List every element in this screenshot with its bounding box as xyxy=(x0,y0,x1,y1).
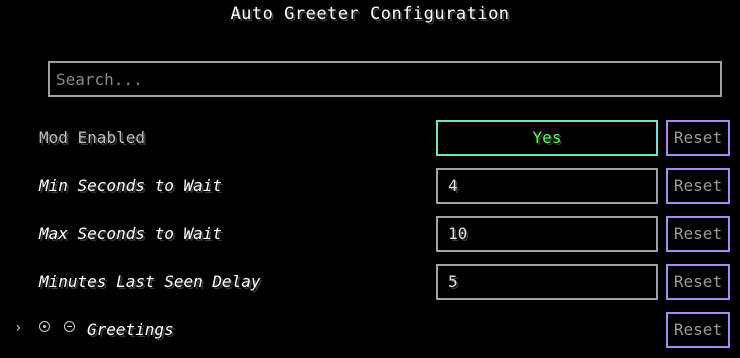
last-seen-delay-label: Minutes Last Seen Delay xyxy=(39,272,261,291)
add-circle-icon[interactable] xyxy=(39,321,50,332)
last-seen-delay-field[interactable]: 5 xyxy=(436,264,658,300)
max-seconds-field[interactable]: 10 xyxy=(436,216,658,252)
chevron-right-icon[interactable]: › xyxy=(14,320,22,336)
window-title: Auto Greeter Configuration xyxy=(230,4,510,24)
max-seconds-label: Max Seconds to Wait xyxy=(39,224,223,243)
min-seconds-label: Min Seconds to Wait xyxy=(39,176,223,195)
max-seconds-reset-button[interactable]: Reset xyxy=(666,216,730,252)
last-seen-delay-reset-button[interactable]: Reset xyxy=(666,264,730,300)
min-seconds-reset-button[interactable]: Reset xyxy=(666,168,730,204)
min-seconds-field[interactable]: 4 xyxy=(436,168,658,204)
greetings-group-label[interactable]: Greetings xyxy=(87,320,174,340)
remove-circle-icon[interactable] xyxy=(64,321,75,332)
mod-enabled-reset-button[interactable]: Reset xyxy=(666,120,730,156)
mod-enabled-label: Mod Enabled xyxy=(39,128,145,147)
search-input[interactable] xyxy=(48,61,722,97)
mod-enabled-toggle[interactable]: Yes xyxy=(436,120,658,156)
greetings-reset-button[interactable]: Reset xyxy=(666,312,730,348)
